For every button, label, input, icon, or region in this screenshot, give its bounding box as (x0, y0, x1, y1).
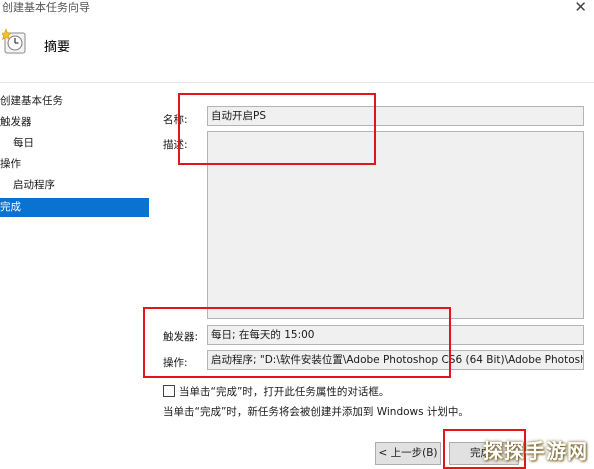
action-field[interactable]: 启动程序; "D:\软件安装位置\Adobe Photoshop CS6 (64… (207, 350, 584, 370)
name-field[interactable]: 自动开启PS (207, 106, 584, 126)
watermark-logo: 探探手游网 (483, 439, 588, 463)
nav-item-trigger[interactable]: 触发器 (0, 113, 32, 132)
action-label: 操作: (163, 357, 188, 369)
description-field[interactable] (207, 131, 584, 319)
nav-item-daily[interactable]: 每日 (13, 134, 34, 153)
nav-item-action[interactable]: 操作 (0, 155, 21, 174)
trigger-label: 触发器: (163, 331, 199, 343)
finish-note: 当单击“完成”时，新任务将会被创建并添加到 Windows 计划中。 (163, 406, 469, 418)
window-title: 创建基本任务向导 (2, 1, 90, 14)
open-properties-checkbox[interactable] (163, 385, 175, 397)
back-button[interactable]: < 上一步(B) (375, 442, 441, 465)
close-icon[interactable]: ✕ (574, 0, 587, 16)
description-label: 描述: (163, 139, 188, 151)
trigger-field[interactable]: 每日; 在每天的 15:00 (207, 325, 584, 345)
nav-item-create-basic-task[interactable]: 创建基本任务 (0, 92, 63, 111)
page-title: 摘要 (44, 40, 71, 55)
name-label: 名称: (163, 114, 188, 126)
nav-item-start-program[interactable]: 启动程序 (13, 176, 55, 195)
header-divider (0, 82, 594, 83)
task-scheduler-clock-icon (2, 28, 26, 54)
open-properties-label[interactable]: 当单击“完成”时，打开此任务属性的对话框。 (179, 384, 389, 399)
nav-item-finish[interactable]: 完成 (0, 198, 149, 217)
